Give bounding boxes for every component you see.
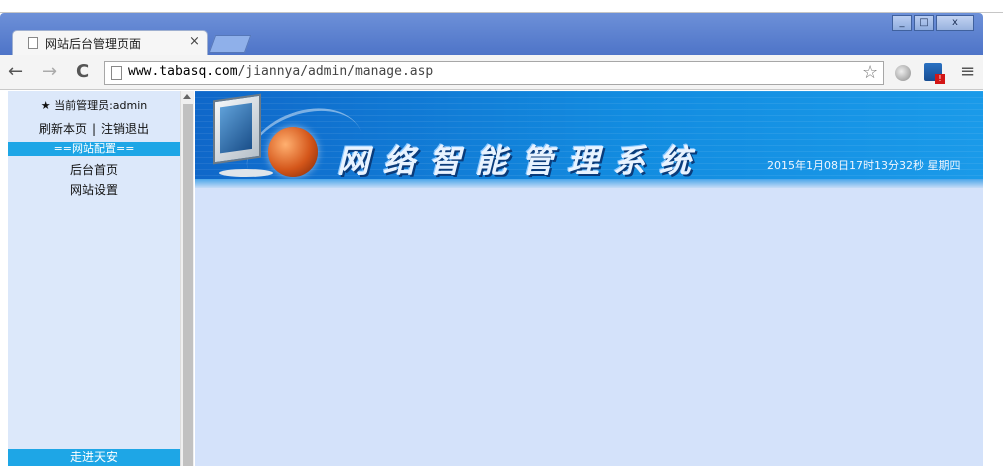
page-icon bbox=[28, 37, 38, 49]
bottom-link[interactable]: 走进天安 bbox=[8, 449, 180, 466]
scroll-up-arrow-icon[interactable] bbox=[183, 94, 191, 99]
url-text[interactable]: www.tabasq.com/jiannya/admin/manage.asp bbox=[128, 64, 433, 79]
notification-badge: ! bbox=[935, 74, 945, 84]
forward-arrow-icon[interactable]: → bbox=[42, 62, 57, 82]
keyboard-icon bbox=[219, 169, 273, 177]
minimize-button[interactable]: _ bbox=[892, 15, 912, 31]
refresh-link[interactable]: 刷新本页 bbox=[39, 122, 87, 136]
banner-bottom-edge bbox=[195, 179, 983, 188]
back-arrow-icon[interactable]: ← bbox=[8, 62, 23, 82]
address-bar[interactable]: www.tabasq.com/jiannya/admin/manage.asp bbox=[104, 61, 884, 85]
monitor-screen bbox=[220, 102, 252, 154]
current-datetime: 2015年1月08日17时13分32秒 星期四 bbox=[767, 159, 961, 172]
banner-title: 网络智能管理系统 bbox=[337, 142, 706, 180]
tab-title: 网站后台管理页面 bbox=[45, 37, 142, 51]
main-content: 网络智能管理系统 2015年1月08日17时13分32秒 星期四 bbox=[195, 91, 983, 466]
browser-tab[interactable]: 网站后台管理页面 × bbox=[12, 30, 208, 55]
page-icon bbox=[111, 66, 122, 80]
extension-badge-icon[interactable]: ! bbox=[924, 63, 945, 84]
logout-link[interactable]: 注销退出 bbox=[101, 122, 149, 136]
sidebar-links: 刷新本页 | 注销退出 bbox=[8, 120, 180, 137]
sidebar-item-site-settings[interactable]: 网站设置 bbox=[8, 181, 180, 198]
computer-monitor-icon bbox=[213, 93, 261, 165]
close-window-button[interactable]: x bbox=[936, 15, 974, 31]
browser-toolbar: ← → C www.tabasq.com/jiannya/admin/manag… bbox=[0, 55, 983, 90]
new-tab-button[interactable] bbox=[208, 35, 252, 53]
section-header-site-config[interactable]: ==网站配置== bbox=[8, 142, 180, 156]
scroll-thumb[interactable] bbox=[183, 104, 193, 466]
extension-globe-icon[interactable] bbox=[895, 65, 911, 81]
admin-sidebar: ★ 当前管理员:admin 刷新本页 | 注销退出 ==网站配置== 后台首页 网站… bbox=[8, 91, 180, 466]
url-domain: www.tabasq.com bbox=[128, 64, 238, 79]
sidebar-item-home[interactable]: 后台首页 bbox=[8, 161, 180, 178]
tab-close-icon[interactable]: × bbox=[189, 34, 200, 49]
bookmark-star-icon[interactable]: ☆ bbox=[862, 62, 878, 83]
maximize-button[interactable]: □ bbox=[914, 15, 934, 31]
link-separator: | bbox=[91, 122, 97, 136]
sidebar-scrollbar[interactable] bbox=[180, 91, 194, 466]
system-banner: 网络智能管理系统 2015年1月08日17时13分32秒 星期四 bbox=[195, 91, 983, 188]
reload-icon[interactable]: C bbox=[76, 62, 89, 82]
url-path: /jiannya/admin/manage.asp bbox=[237, 64, 434, 79]
page-right-margin bbox=[983, 13, 1003, 466]
current-admin-label: ★ 当前管理员:admin bbox=[40, 99, 148, 112]
menu-icon[interactable]: ≡ bbox=[960, 61, 975, 82]
window-controls: _ □ x bbox=[892, 15, 976, 33]
globe-icon bbox=[268, 127, 318, 177]
